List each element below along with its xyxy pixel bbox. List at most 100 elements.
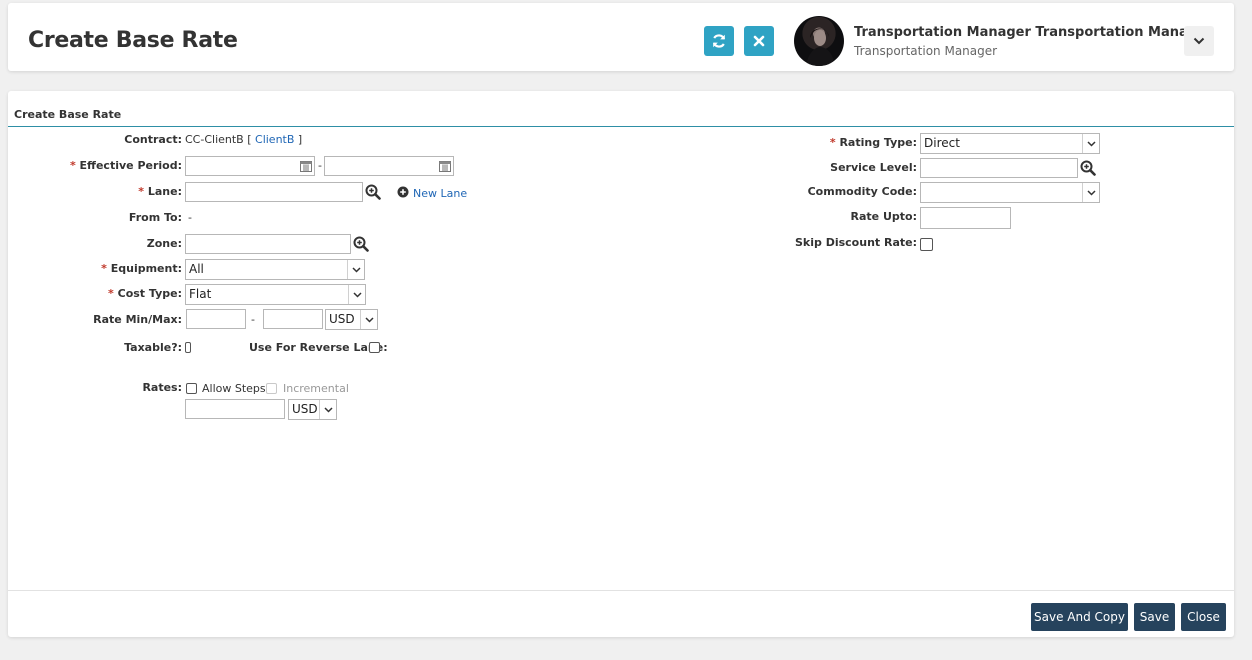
end-date-picker[interactable]: [437, 157, 453, 175]
from-to-value: -: [188, 211, 192, 224]
contract-text: CC-ClientB [: [185, 133, 252, 146]
dropdown-arrow: [319, 400, 336, 419]
rating-type-label: * Rating Type:: [830, 136, 917, 149]
chevron-down-icon: [1086, 189, 1096, 196]
incremental-checkbox[interactable]: [266, 383, 277, 394]
lane-search-button[interactable]: [364, 182, 382, 202]
rate-value-input[interactable]: [185, 399, 285, 419]
lane-label: * Lane:: [138, 185, 182, 198]
cost-type-label: * Cost Type:: [108, 287, 182, 300]
effective-period-text: Effective Period:: [79, 159, 182, 172]
commodity-code-label: Commodity Code:: [807, 185, 917, 198]
calendar-icon: [439, 161, 451, 172]
panel-title: Create Base Rate: [14, 108, 122, 121]
required-mark: *: [108, 287, 114, 300]
rate-min-input[interactable]: [186, 309, 246, 329]
zoom-search-icon: [1080, 160, 1096, 176]
rate-upto-input[interactable]: [920, 207, 1011, 229]
client-link[interactable]: ClientB: [255, 133, 294, 146]
required-mark: *: [69, 159, 76, 172]
zoom-search-icon: [353, 236, 369, 252]
rating-type-text: Rating Type:: [839, 136, 917, 149]
zone-search-button[interactable]: [352, 234, 370, 254]
chevron-down-icon: [352, 291, 362, 298]
dropdown-arrow: [1082, 134, 1099, 153]
effective-start-input[interactable]: [185, 156, 315, 176]
required-mark: *: [829, 136, 836, 149]
user-role: Transportation Manager: [854, 44, 998, 58]
cost-type-text: Cost Type:: [117, 287, 182, 300]
rate-minmax-label: Rate Min/Max:: [93, 313, 182, 326]
chevron-down-icon: [323, 406, 333, 413]
equipment-select[interactable]: All: [185, 259, 365, 280]
refresh-icon: [712, 34, 726, 48]
service-level-input[interactable]: [920, 158, 1078, 178]
form-panel: Create Base Rate Contract: CC-ClientB [ …: [8, 91, 1234, 637]
cost-type-select[interactable]: Flat: [185, 284, 366, 305]
rating-type-selected: Direct: [924, 136, 960, 150]
equipment-label: * Equipment:: [101, 262, 182, 275]
service-level-search-button[interactable]: [1079, 158, 1097, 178]
skip-discount-label: Skip Discount Rate:: [795, 236, 917, 249]
reverse-lane-label: Use For Reverse Lane:: [249, 341, 388, 354]
rating-type-select[interactable]: Direct: [920, 133, 1100, 154]
taxable-checkbox[interactable]: [185, 342, 191, 353]
effective-period-label: * Effective Period:: [70, 159, 182, 172]
user-menu-button[interactable]: [1184, 26, 1214, 56]
zone-label: Zone:: [146, 237, 182, 250]
incremental-label: Incremental: [283, 382, 349, 395]
refresh-button[interactable]: [704, 26, 734, 56]
close-icon: [753, 35, 765, 47]
contract-close-bracket: ]: [297, 133, 303, 146]
page-title: Create Base Rate: [28, 28, 238, 53]
lane-text: Lane:: [147, 185, 182, 198]
equipment-text: Equipment:: [110, 262, 182, 275]
skip-discount-checkbox[interactable]: [920, 238, 933, 251]
panel-divider: [8, 126, 1234, 127]
from-to-label: From To:: [128, 211, 182, 224]
effective-end-input[interactable]: [324, 156, 454, 176]
required-mark: *: [101, 262, 107, 275]
rate-currency-selected: USD: [329, 312, 355, 326]
rate-currency-select[interactable]: USD: [325, 309, 378, 330]
calendar-icon: [300, 161, 312, 172]
rates-label: Rates:: [142, 381, 182, 394]
rates-currency-select[interactable]: USD: [288, 399, 337, 420]
zoom-search-icon: [365, 184, 381, 200]
new-lane-add[interactable]: [397, 186, 409, 198]
close-button[interactable]: Close: [1181, 603, 1226, 631]
allow-steps-checkbox[interactable]: [186, 383, 197, 394]
reverse-lane-checkbox[interactable]: [369, 342, 380, 353]
footer-divider: [8, 590, 1234, 591]
taxable-label: Taxable?:: [124, 341, 182, 354]
save-and-copy-button[interactable]: Save And Copy: [1031, 603, 1128, 631]
lane-input[interactable]: [185, 182, 363, 202]
plus-circle-icon: [397, 186, 409, 198]
user-name: Transportation Manager Transportation Ma…: [854, 25, 1203, 40]
close-page-button[interactable]: [744, 26, 774, 56]
effective-period-separator: -: [318, 159, 322, 172]
dropdown-arrow: [348, 285, 365, 304]
chevron-down-icon: [1193, 37, 1205, 45]
dropdown-arrow: [1082, 183, 1099, 202]
equipment-selected: All: [189, 262, 204, 276]
new-lane-link[interactable]: New Lane: [413, 187, 467, 200]
rate-minmax-separator: -: [251, 313, 255, 326]
service-level-label: Service Level:: [830, 161, 917, 174]
save-button[interactable]: Save: [1134, 603, 1175, 631]
contract-label: Contract:: [124, 133, 182, 146]
chevron-down-icon: [364, 316, 374, 323]
chevron-down-icon: [351, 266, 361, 273]
contract-value: CC-ClientB [ ClientB ]: [185, 133, 302, 146]
chevron-down-icon: [1086, 140, 1096, 147]
allow-steps-label: Allow Steps: [202, 382, 266, 395]
commodity-code-select[interactable]: [920, 182, 1100, 203]
rates-currency-selected: USD: [292, 402, 318, 416]
dropdown-arrow: [347, 260, 364, 279]
rate-max-input[interactable]: [263, 309, 323, 329]
avatar[interactable]: [794, 16, 844, 66]
start-date-picker[interactable]: [298, 157, 314, 175]
page-header: Create Base Rate Transportation Manager …: [8, 3, 1234, 71]
zone-input[interactable]: [185, 234, 351, 254]
dropdown-arrow: [360, 310, 377, 329]
